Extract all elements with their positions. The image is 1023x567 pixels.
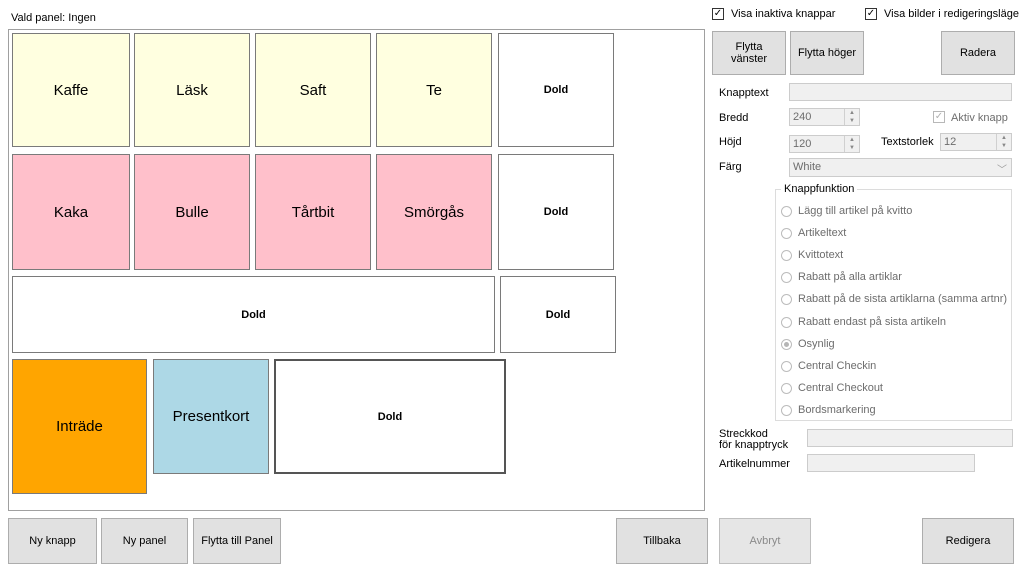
radio-selected-icon: [781, 338, 792, 350]
tile-lask[interactable]: Läsk: [134, 33, 250, 147]
spin-arrows-icon[interactable]: ▲ ▼: [844, 136, 859, 152]
radio-icon: [781, 227, 792, 239]
function-option[interactable]: Rabatt på alla artiklar: [781, 269, 902, 285]
function-option[interactable]: Rabatt endast på sista artikeln: [781, 314, 946, 330]
color-label: Färg: [719, 161, 742, 173]
article-number-input[interactable]: [807, 454, 975, 472]
active-button-label: Aktiv knapp: [951, 112, 1008, 124]
tile-dold-4[interactable]: Dold: [274, 359, 506, 474]
radio-icon: [781, 360, 792, 372]
radio-icon: [781, 205, 792, 217]
tile-dold-2[interactable]: Dold: [498, 154, 614, 270]
tile-intrade[interactable]: Inträde: [12, 359, 147, 494]
color-select[interactable]: White ﹀: [789, 158, 1012, 177]
button-text-input[interactable]: [789, 83, 1012, 101]
active-button-checkbox[interactable]: ✓: [933, 111, 945, 123]
chevron-down-icon: ﹀: [997, 165, 1007, 176]
tile-presentkort[interactable]: Presentkort: [153, 359, 269, 474]
new-button-button[interactable]: Ny knapp: [8, 518, 97, 564]
function-option[interactable]: Kvittotext: [781, 247, 843, 263]
function-option[interactable]: Lägg till artikel på kvitto: [781, 203, 912, 219]
back-button[interactable]: Tillbaka: [616, 518, 708, 564]
tile-dold-1[interactable]: Dold: [498, 33, 614, 147]
function-option[interactable]: Bordsmarkering: [781, 402, 876, 418]
function-option[interactable]: Osynlig: [781, 336, 835, 352]
spin-arrows-icon[interactable]: ▲ ▼: [996, 134, 1011, 150]
font-size-value: 12: [944, 136, 957, 148]
function-option[interactable]: Central Checkout: [781, 380, 883, 396]
move-left-button[interactable]: Flytta vänster: [712, 31, 786, 75]
move-right-button[interactable]: Flytta höger: [790, 31, 864, 75]
height-stepper[interactable]: 120 ▲ ▼: [789, 135, 860, 153]
barcode-label-line2: för knapptryck: [719, 439, 789, 451]
function-option[interactable]: Central Checkin: [781, 358, 876, 374]
tile-te[interactable]: Te: [376, 33, 492, 147]
delete-button[interactable]: Radera: [941, 31, 1015, 75]
width-stepper[interactable]: 240 ▲ ▼: [789, 108, 860, 126]
button-text-label: Knapptext: [719, 87, 769, 99]
new-panel-button[interactable]: Ny panel: [101, 518, 188, 564]
spin-arrows-icon[interactable]: ▲ ▼: [844, 109, 859, 125]
move-to-panel-button[interactable]: Flytta till Panel: [193, 518, 281, 564]
article-number-label: Artikelnummer: [719, 458, 790, 470]
font-size-stepper[interactable]: 12 ▲ ▼: [940, 133, 1012, 151]
color-value: White: [793, 161, 822, 173]
check-icon: ✓: [866, 8, 876, 19]
tile-kaffe[interactable]: Kaffe: [12, 33, 130, 147]
tile-saft[interactable]: Saft: [255, 33, 371, 147]
tile-bulle[interactable]: Bulle: [134, 154, 250, 270]
radio-icon: [781, 271, 792, 283]
height-label: Höjd: [719, 136, 742, 148]
tile-dold-3[interactable]: Dold: [500, 276, 616, 353]
cancel-button[interactable]: Avbryt: [719, 518, 811, 564]
width-label: Bredd: [719, 112, 749, 124]
radio-icon: [781, 293, 792, 305]
show-inactive-checkbox[interactable]: ✓: [712, 8, 724, 20]
radio-icon: [781, 404, 792, 416]
button-panel-area: Kaffe Läsk Saft Te Dold Kaka Bulle Tårtb…: [8, 29, 705, 511]
tile-tartbit[interactable]: Tårtbit: [255, 154, 371, 270]
radio-icon: [781, 249, 792, 261]
radio-icon: [781, 382, 792, 394]
move-left-label: Flytta vänster: [730, 41, 768, 65]
show-images-label: Visa bilder i redigeringsläge: [884, 8, 1019, 20]
edit-button[interactable]: Redigera: [922, 518, 1014, 564]
barcode-input[interactable]: [807, 429, 1013, 447]
check-icon: ✓: [934, 111, 944, 122]
selected-panel-label: Vald panel: Ingen: [11, 12, 96, 24]
tile-smorgas[interactable]: Smörgås: [376, 154, 492, 270]
tile-kaka[interactable]: Kaka: [12, 154, 130, 270]
function-option[interactable]: Artikeltext: [781, 225, 846, 241]
button-function-legend: Knappfunktion: [781, 183, 858, 195]
show-inactive-label: Visa inaktiva knappar: [731, 8, 836, 20]
function-option[interactable]: Rabatt på de sista artiklarna (samma art…: [781, 291, 1007, 307]
font-size-label: Textstorlek: [881, 136, 934, 148]
show-images-checkbox[interactable]: ✓: [865, 8, 877, 20]
check-icon: ✓: [713, 8, 723, 19]
tile-dold-wide[interactable]: Dold: [12, 276, 495, 353]
radio-icon: [781, 316, 792, 328]
width-value: 240: [793, 111, 812, 123]
height-value: 120: [793, 138, 812, 150]
